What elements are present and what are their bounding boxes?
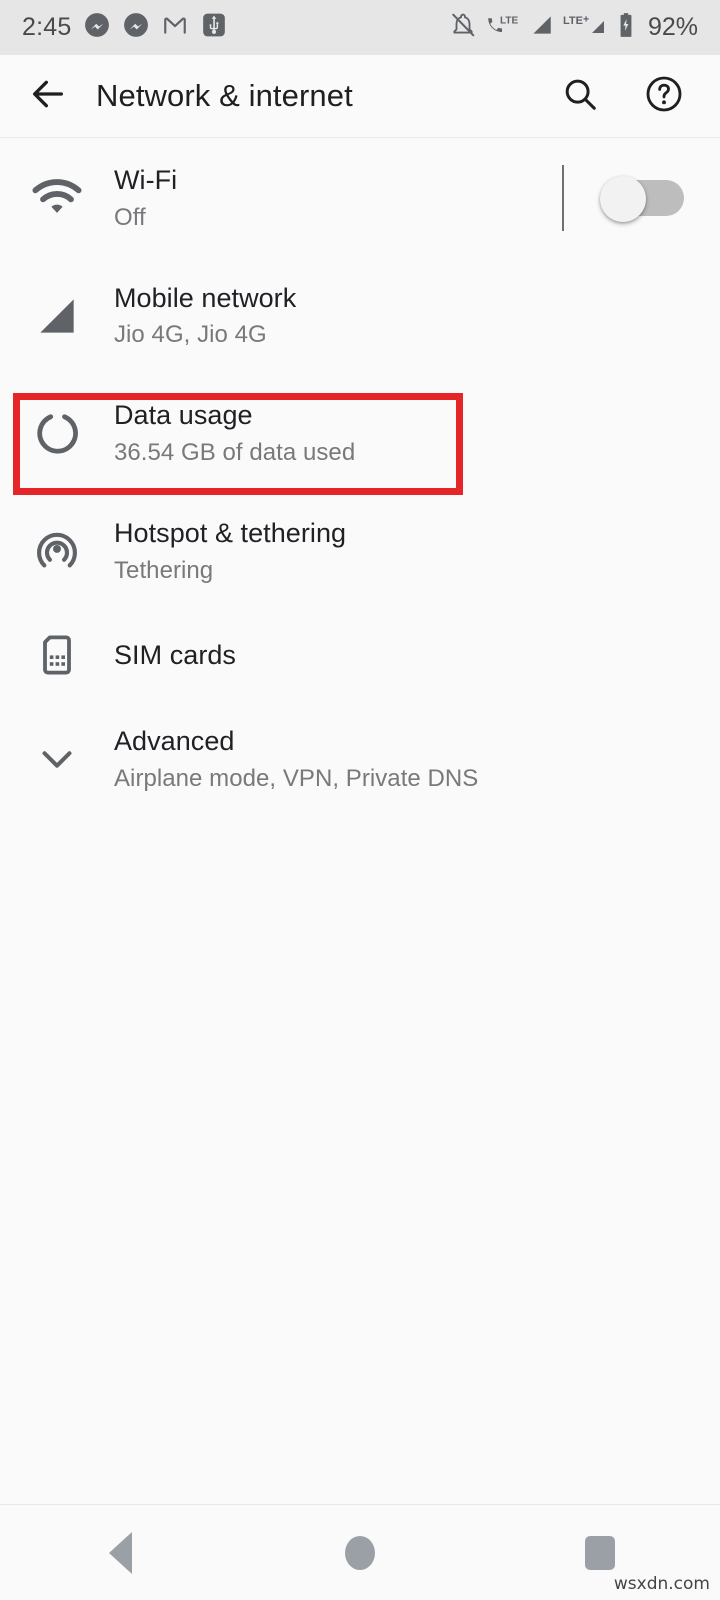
chevron-down-icon [0, 736, 114, 782]
back-button[interactable] [0, 74, 96, 119]
signal-bar-icon [528, 12, 554, 43]
status-bar-left: 2:45 [22, 12, 227, 43]
list-item-advanced[interactable]: Advanced Airplane mode, VPN, Private DNS [0, 700, 720, 818]
usb-icon [201, 12, 227, 43]
app-bar: Network & internet [0, 55, 720, 138]
list-item-title: Hotspot & tethering [114, 518, 347, 549]
help-button[interactable] [622, 74, 706, 119]
wifi-toggle-switch[interactable] [600, 175, 684, 222]
list-item-subtitle: Airplane mode, VPN, Private DNS [114, 765, 479, 793]
toggle-divider [562, 164, 564, 231]
list-item-sim-cards[interactable]: SIM cards [0, 610, 720, 701]
hotspot-icon [0, 526, 114, 576]
watermark: wsxdn.com [613, 1574, 710, 1594]
settings-list: Wi-Fi Off Mobile network Jio 4G, Jio 4G [0, 139, 720, 818]
back-arrow-icon [28, 74, 68, 119]
list-item-title: Advanced [114, 726, 235, 757]
nav-home-button[interactable] [240, 1535, 480, 1570]
messenger-icon [84, 12, 110, 43]
status-bar: 2:45 LTE LTE 92% [0, 0, 720, 55]
wifi-toggle-area [562, 164, 696, 231]
status-bar-right: LTE LTE 92% [450, 12, 698, 43]
sim-card-icon [0, 631, 114, 679]
list-item-title: Wi-Fi [114, 165, 178, 195]
list-item-text: Advanced Airplane mode, VPN, Private DNS [114, 700, 696, 818]
status-bar-clock: 2:45 [22, 13, 72, 41]
list-item-title: Mobile network [114, 282, 297, 313]
list-item-subtitle: Off [114, 203, 146, 231]
svg-text:LTE: LTE [563, 15, 583, 27]
list-item-mobile-network[interactable]: Mobile network Jio 4G, Jio 4G [0, 257, 720, 375]
phone-screen: 2:45 LTE LTE 92% Network & internet Wi-F… [0, 0, 720, 1600]
list-item-title: Data usage [114, 400, 253, 431]
gmail-icon [162, 12, 188, 43]
list-item-subtitle: 36.54 GB of data used [114, 439, 356, 467]
help-icon [644, 74, 684, 119]
search-button[interactable] [538, 75, 622, 118]
battery-charging-icon [616, 12, 636, 43]
list-item-text: Wi-Fi Off [114, 139, 562, 257]
recents-square-icon [585, 1535, 615, 1570]
list-item-wifi[interactable]: Wi-Fi Off [0, 139, 720, 257]
nav-back-button[interactable] [0, 1531, 240, 1574]
list-item-text: Data usage 36.54 GB of data used [114, 374, 696, 492]
list-item-text: SIM cards [114, 610, 696, 701]
battery-percent-label: 92% [647, 13, 698, 41]
list-item-data-usage[interactable]: Data usage 36.54 GB of data used [0, 374, 720, 492]
search-icon [561, 75, 599, 118]
page-title: Network & internet [96, 78, 353, 113]
system-navigation-bar [0, 1504, 720, 1600]
list-item-hotspot-tethering[interactable]: Hotspot & tethering Tethering [0, 492, 720, 610]
notifications-muted-icon [450, 12, 476, 43]
switch-thumb [600, 175, 646, 222]
list-item-text: Mobile network Jio 4G, Jio 4G [114, 257, 696, 375]
list-item-title: SIM cards [114, 639, 236, 670]
lte-plus-signal-icon: LTE [563, 12, 607, 43]
nav-recents-button[interactable] [480, 1535, 720, 1570]
wifi-icon [0, 171, 114, 225]
messenger-icon [123, 12, 149, 43]
back-triangle-icon [108, 1531, 132, 1574]
call-lte-icon: LTE [485, 12, 519, 43]
list-item-subtitle: Tethering [114, 556, 214, 584]
mobile-network-signal-icon [0, 291, 114, 341]
list-item-text: Hotspot & tethering Tethering [114, 492, 696, 610]
list-item-subtitle: Jio 4G, Jio 4G [114, 321, 267, 349]
data-usage-ring-icon [0, 408, 114, 458]
svg-text:LTE: LTE [500, 16, 518, 27]
home-circle-icon [345, 1535, 375, 1570]
